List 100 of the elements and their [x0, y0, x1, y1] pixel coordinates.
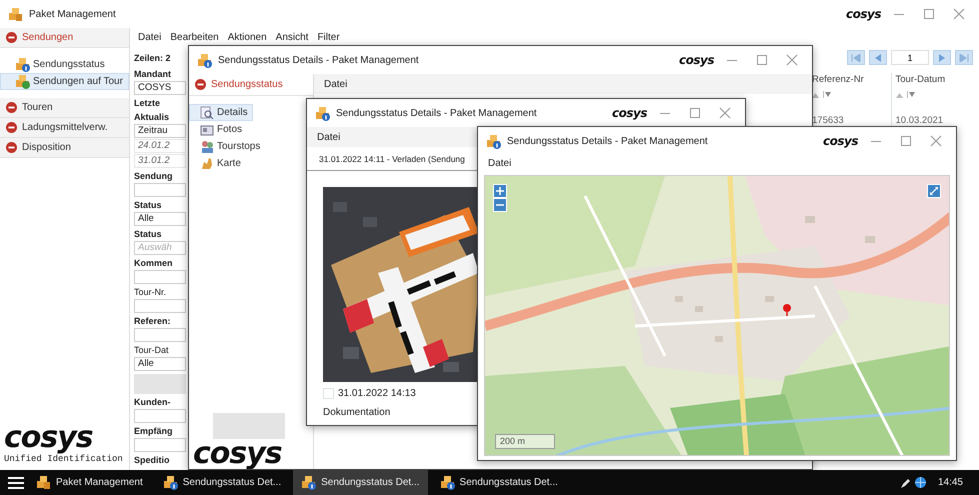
sidebar-item[interactable]: Karte — [189, 155, 246, 172]
maximize-icon[interactable] — [755, 53, 769, 67]
sidebar-group-header[interactable]: Sendungen — [0, 28, 129, 48]
zoom-in-icon — [496, 187, 504, 195]
image-icon — [200, 124, 214, 136]
taskbar-item[interactable]: Sendungsstatus Det... — [432, 470, 566, 495]
input-field[interactable] — [134, 270, 186, 284]
minus-circle-icon — [6, 142, 17, 153]
taskbar-item[interactable]: Paket Management — [28, 470, 151, 495]
first-page-icon — [851, 54, 861, 62]
sidebar-item[interactable]: Tourstops — [189, 138, 266, 155]
menu-item[interactable]: Ansicht — [276, 30, 308, 44]
last-page-icon — [959, 54, 969, 62]
filter-label: Letzte — [134, 97, 162, 109]
magnifier-icon — [200, 106, 214, 119]
sidebar-group-header[interactable]: Ladungsmittelverw. — [0, 118, 129, 138]
package-icon — [15, 74, 30, 89]
close-icon[interactable] — [785, 53, 799, 67]
logo: cosys — [679, 52, 714, 69]
sidebar-group-header[interactable]: Sendungsstatus — [189, 74, 313, 96]
last-page-button[interactable] — [955, 50, 973, 65]
input-field[interactable] — [134, 438, 186, 452]
window-title: Paket Management — [29, 8, 116, 22]
logo: cosys — [846, 6, 881, 23]
sidebar-group-header[interactable]: Touren — [0, 98, 129, 118]
filter-label: Empfäng — [134, 425, 174, 437]
menu-item[interactable]: Datei — [488, 156, 512, 170]
zoom-in-button[interactable] — [493, 184, 507, 198]
page-field[interactable]: 1 — [891, 50, 929, 65]
window-title: Sendungsstatus Details - Paket Management — [218, 54, 419, 68]
menu-icon[interactable] — [8, 476, 24, 490]
logo: cosys — [823, 133, 858, 150]
previous-page-button[interactable] — [869, 50, 887, 65]
sidebar-group-header[interactable]: Disposition — [0, 138, 129, 158]
zoom-out-button[interactable] — [493, 198, 507, 212]
sidebar-item[interactable]: Sendungen auf Tour — [0, 73, 129, 90]
sidebar-item[interactable]: Fotos — [189, 121, 248, 138]
table-cell-text: 10.03.2021 — [896, 114, 944, 128]
minus-circle-icon — [6, 102, 17, 113]
menu-item[interactable]: Bearbeiten — [170, 30, 219, 44]
input-field[interactable]: Zeitrau — [134, 124, 186, 138]
sidebar-item[interactable]: Details — [189, 104, 253, 121]
window-title: Sendungsstatus Details - Paket Management — [507, 134, 708, 148]
maximize-icon[interactable] — [899, 134, 913, 148]
close-icon[interactable] — [718, 106, 732, 120]
input-field[interactable] — [134, 328, 186, 342]
menu-item[interactable]: Filter — [317, 30, 340, 44]
filter-label: Aktualis — [134, 111, 170, 123]
photo-date: 31.01.2022 14:13 — [338, 386, 416, 401]
menu-item[interactable]: Datei — [317, 130, 340, 144]
column-header[interactable]: Tour-Datum — [896, 73, 973, 88]
filter-label: Tour-Dat — [134, 344, 170, 356]
filter-label: Speditio — [134, 454, 170, 466]
map-pin-icon — [783, 304, 791, 316]
maximize-icon[interactable] — [688, 106, 702, 120]
menu-item[interactable]: Datei — [138, 30, 162, 44]
fullscreen-button[interactable] — [927, 184, 941, 198]
input-field[interactable] — [134, 409, 186, 423]
close-icon[interactable] — [929, 134, 943, 148]
filter-label: Kommen — [134, 257, 174, 269]
next-page-button[interactable] — [933, 50, 951, 65]
input-field[interactable]: Alle — [134, 212, 186, 226]
globe-icon[interactable] — [914, 477, 926, 488]
package-icon — [301, 475, 316, 490]
people-icon — [200, 140, 214, 153]
panel — [213, 413, 285, 439]
table-cell-text: 175633 — [812, 114, 845, 128]
input-field[interactable]: 24.01.2 — [134, 139, 186, 153]
menu-item[interactable]: Aktionen — [228, 30, 267, 44]
fullscreen-icon — [930, 187, 938, 195]
minus-circle-icon — [6, 32, 17, 43]
input-field[interactable] — [134, 183, 186, 197]
filter-icon[interactable] — [906, 91, 914, 98]
taskbar-item[interactable]: Sendungsstatus Det... — [293, 470, 428, 495]
maximize-icon[interactable] — [922, 7, 936, 21]
event-text: 31.01.2022 14:11 - Verladen (Sendung — [319, 154, 465, 164]
input-field[interactable] — [134, 299, 186, 313]
scale-bar: 200 m — [495, 434, 555, 449]
input-field[interactable]: Alle — [134, 357, 186, 371]
taskbar-item[interactable]: Sendungsstatus Det... — [154, 470, 290, 495]
input-field[interactable]: 31.01.2 — [134, 154, 186, 168]
close-icon[interactable] — [952, 7, 966, 21]
sidebar-item[interactable]: Sendungsstatus — [0, 56, 129, 73]
row-count: Zeilen: 2 — [134, 52, 172, 64]
first-page-button[interactable] — [847, 50, 865, 65]
pen-icon[interactable] — [900, 478, 911, 488]
column-header[interactable]: Referenz-Nr — [812, 73, 890, 88]
package-icon — [486, 134, 501, 148]
menu-item[interactable]: Datei — [324, 76, 348, 92]
next-page-icon — [937, 54, 947, 62]
package-icon — [36, 475, 51, 490]
checkbox[interactable] — [323, 388, 334, 399]
package-icon — [8, 6, 23, 22]
package-icon — [315, 106, 330, 120]
input-field[interactable]: COSYS — [134, 81, 186, 95]
package-icon — [197, 52, 212, 68]
package-icon — [162, 475, 178, 490]
photo-caption: Dokumentation — [323, 406, 390, 420]
filter-icon[interactable] — [823, 91, 831, 98]
filter-label: Kunden- — [134, 396, 172, 408]
